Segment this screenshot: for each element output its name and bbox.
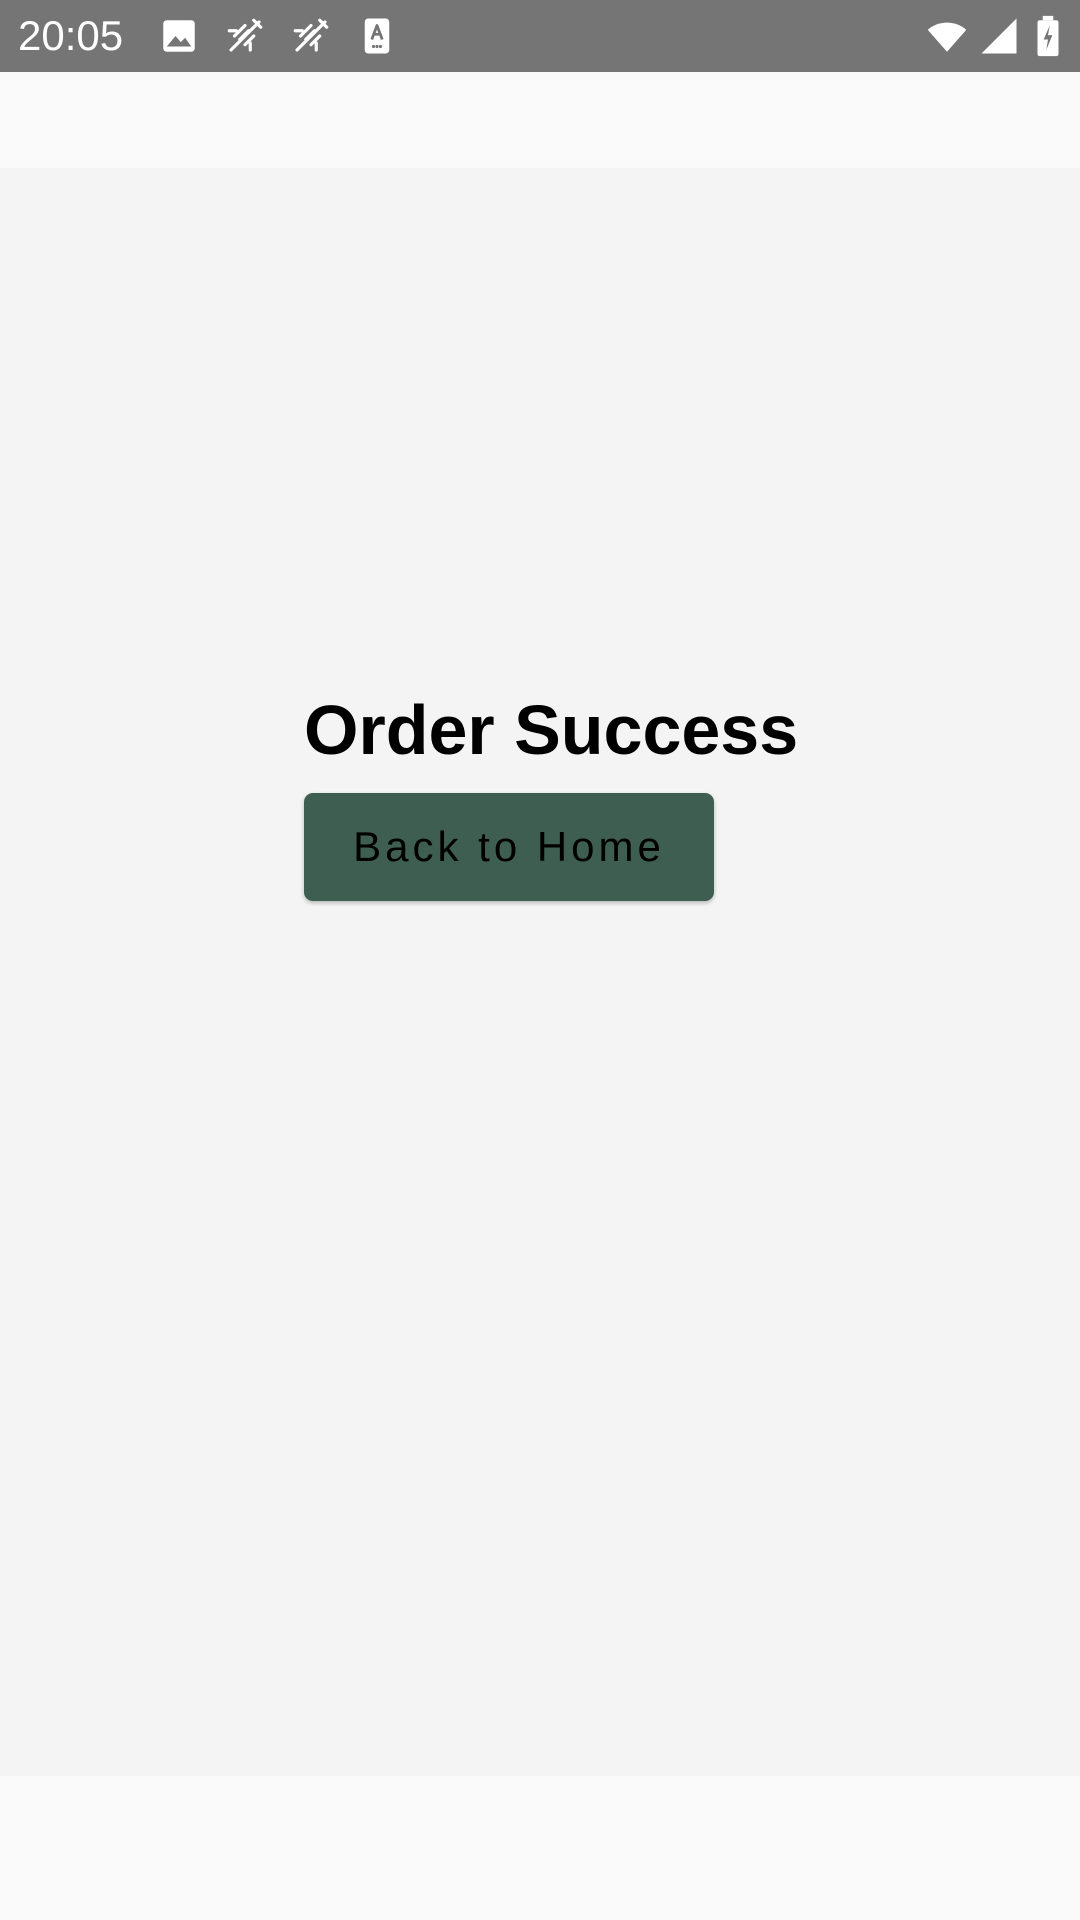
sync-off-icon <box>293 18 329 52</box>
status-time: 20:05 <box>18 12 124 59</box>
main-content <box>0 168 1080 1776</box>
back-to-home-button[interactable]: Back to Home <box>304 793 714 901</box>
status-bar: 20:05 <box>0 0 1080 72</box>
image-icon <box>163 20 195 52</box>
keyboard-a-icon <box>364 18 390 54</box>
wifi-icon <box>927 22 967 52</box>
sync-off-icon <box>227 18 263 52</box>
top-app-bar <box>0 72 1080 168</box>
bottom-area <box>0 1776 1080 1920</box>
page-title: Order Success <box>304 691 799 769</box>
battery-charging-icon <box>1037 15 1059 57</box>
cell-signal-icon <box>981 18 1017 54</box>
